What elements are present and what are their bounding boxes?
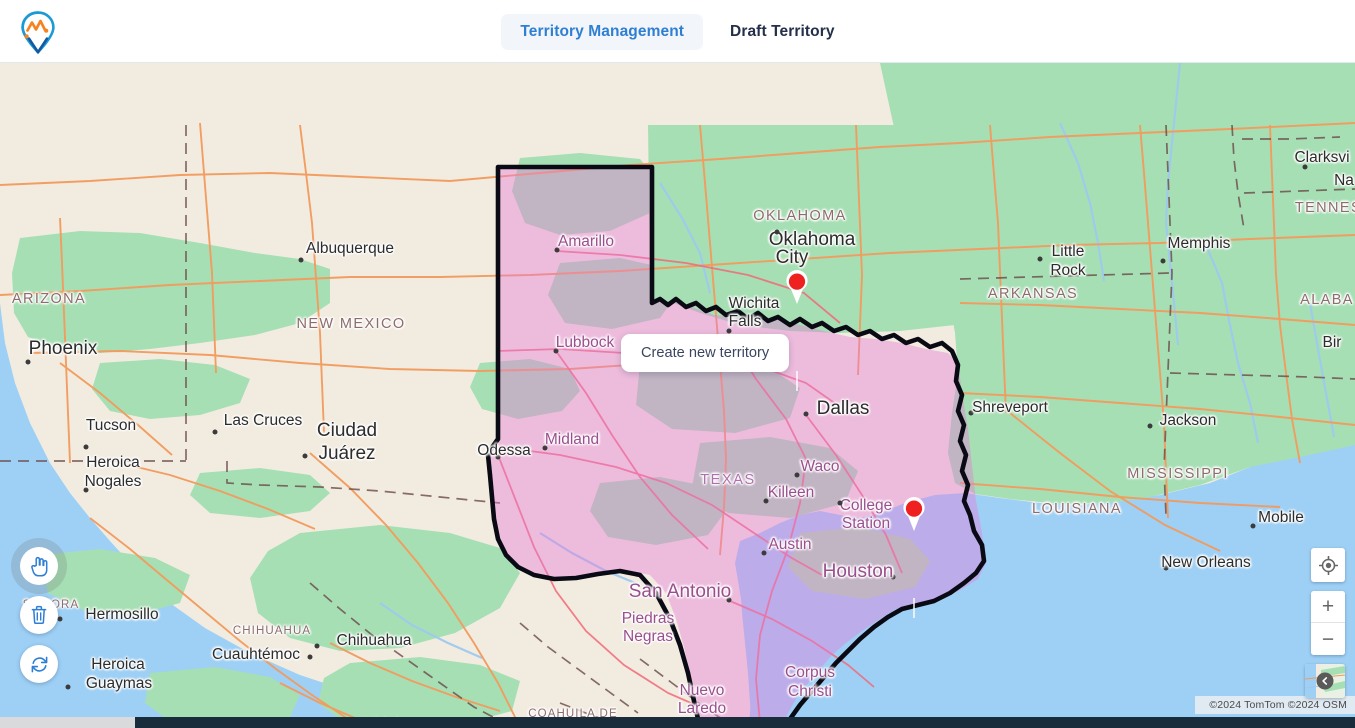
- chevron-left-icon: [1316, 672, 1334, 690]
- map-canvas: [0, 63, 1355, 728]
- map-pin-icon: [903, 497, 925, 531]
- pan-hand-tool-button[interactable]: [20, 547, 58, 585]
- map-attribution: ©2024 TomTom ©2024 OSM: [1195, 696, 1355, 714]
- tab-territory-management[interactable]: Territory Management: [501, 13, 704, 50]
- app-header: Territory Management Draft Territory: [0, 0, 1355, 63]
- territory-map[interactable]: Phoenix Tucson Heroica Nogales Hermosillo Her…: [0, 63, 1355, 728]
- zoom-in-button[interactable]: +: [1311, 591, 1345, 623]
- territory-marker-north[interactable]: [784, 269, 810, 310]
- map-draw-toolbar: [20, 547, 58, 683]
- hand-pointer-icon: [30, 556, 47, 577]
- delete-territory-button[interactable]: [20, 596, 58, 634]
- map-view-controls: + −: [1305, 548, 1345, 698]
- tab-bar: Territory Management Draft Territory: [0, 0, 1355, 63]
- reset-territory-button[interactable]: [20, 645, 58, 683]
- territory-management-app: Territory Management Draft Territory Pho…: [0, 0, 1355, 728]
- crosshair-icon: [1318, 555, 1338, 575]
- zoom-control-group: + −: [1311, 591, 1345, 655]
- territory-marker-southeast[interactable]: [901, 496, 927, 537]
- create-new-territory-popup[interactable]: Create new territory: [621, 334, 790, 372]
- map-pin-icon: [786, 270, 808, 304]
- geolocate-button[interactable]: [1311, 548, 1345, 582]
- zoom-out-button[interactable]: −: [1311, 623, 1345, 655]
- trash-icon: [31, 605, 47, 625]
- horizontal-scrollbar-thumb[interactable]: [0, 717, 135, 728]
- tab-draft-territory[interactable]: Draft Territory: [711, 14, 854, 50]
- bottom-panel-edge: [135, 717, 1355, 728]
- minimap-toggle-button[interactable]: [1305, 664, 1345, 698]
- popup-label: Create new territory: [641, 345, 770, 361]
- refresh-icon: [31, 656, 47, 672]
